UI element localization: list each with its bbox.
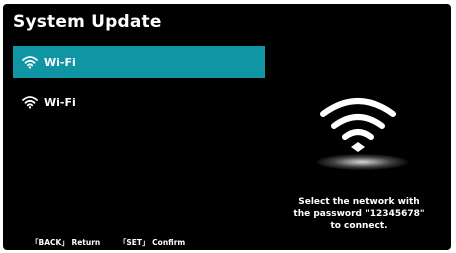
wifi-icon: [22, 95, 38, 109]
page-title: System Update: [13, 12, 162, 32]
network-item-1[interactable]: Wi-Fi: [13, 46, 265, 78]
key-hints: 「BACK」 Return 「SET」 Confirm: [31, 237, 201, 248]
network-list: Wi-Fi Wi-Fi: [13, 46, 265, 126]
network-label: Wi-Fi: [44, 55, 76, 69]
network-label: Wi-Fi: [44, 95, 76, 109]
instruction-line: to connect.: [330, 221, 388, 231]
wifi-icon: [22, 55, 38, 69]
connect-instructions: Select the network with the password "12…: [273, 196, 445, 232]
instruction-line: Select the network with: [298, 197, 420, 207]
update-screen: System Update Wi-Fi Wi-Fi Select the net…: [3, 4, 451, 250]
set-hint: 「SET」 Confirm: [118, 238, 186, 247]
back-hint: 「BACK」 Return: [31, 238, 101, 247]
instruction-line: the password "12345678": [293, 209, 425, 219]
network-item-2[interactable]: Wi-Fi: [13, 86, 265, 118]
illustration-glow: [316, 154, 408, 170]
